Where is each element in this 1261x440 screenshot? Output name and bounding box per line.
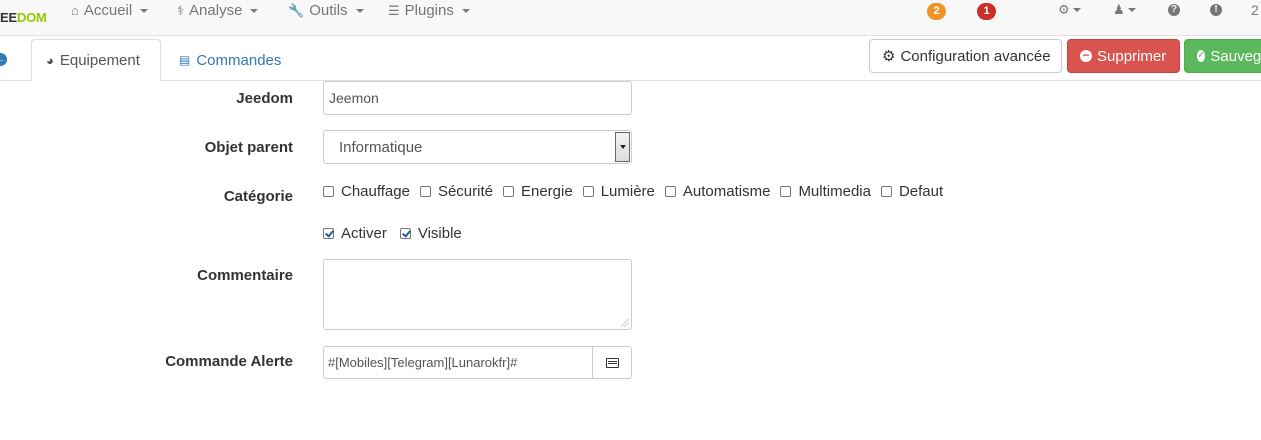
jeedom-input[interactable] xyxy=(323,81,632,115)
stethoscope-icon: ⚕ xyxy=(177,2,185,18)
parent-object-select[interactable]: Informatique xyxy=(323,130,632,164)
cogs-icon: ⚙ xyxy=(882,48,896,65)
clock-text: 2 xyxy=(1251,2,1259,18)
category-multimedia[interactable]: Multimedia xyxy=(780,183,871,200)
help-button[interactable]: ? xyxy=(1168,4,1180,16)
category-securite[interactable]: Sécurité xyxy=(419,183,493,200)
top-navbar: EEDOM ⌂ Accueil ⚕ Analyse 🔧 Outils ☰ Plu… xyxy=(0,0,1261,36)
notification-badge-warning[interactable]: 2 xyxy=(927,3,946,20)
dropdown-arrow-icon[interactable] xyxy=(615,132,630,162)
notification-badge-error[interactable]: 1 xyxy=(977,3,996,20)
brand-logo[interactable]: EEDOM xyxy=(0,10,47,25)
caret-down-icon xyxy=(140,8,149,13)
category-lumiere[interactable]: Lumière xyxy=(582,183,655,200)
category-defaut[interactable]: Defaut xyxy=(880,183,943,200)
question-circle-icon: ? xyxy=(1168,4,1180,16)
checkbox[interactable] xyxy=(323,186,334,197)
list-alt-icon xyxy=(605,357,619,368)
exclamation-circle-icon: ! xyxy=(1210,4,1222,16)
cogs-icon: ⚙ xyxy=(1058,2,1070,17)
tab-equipement[interactable]: ◕ Equipement xyxy=(31,39,161,81)
caret-down-icon xyxy=(355,8,364,13)
caret-down-icon xyxy=(1127,8,1136,12)
user-menu[interactable]: ♟ xyxy=(1113,2,1136,18)
category-automatisme[interactable]: Automatisme xyxy=(664,183,770,200)
caret-down-icon xyxy=(250,8,259,13)
back-arrow-icon[interactable]: ← xyxy=(0,53,7,66)
resize-grip-icon[interactable] xyxy=(621,319,629,327)
checkbox-checked[interactable] xyxy=(399,228,411,239)
nav-outils[interactable]: 🔧 Outils xyxy=(288,2,364,19)
advanced-config-button[interactable]: ⚙ Configuration avancée xyxy=(869,39,1062,73)
list-alt-icon: ▤ xyxy=(179,53,191,67)
minus-circle-icon: − xyxy=(1080,49,1092,62)
checkbox[interactable] xyxy=(780,186,792,197)
save-button[interactable]: ✓ Sauvegarder xyxy=(1184,39,1261,73)
home-icon: ⌂ xyxy=(71,3,79,18)
category-label: Catégorie xyxy=(223,188,293,205)
system-config-menu[interactable]: ⚙ xyxy=(1058,2,1081,18)
activate-checkbox[interactable]: Activer xyxy=(323,225,387,242)
activation-checkboxes: Activer Visible xyxy=(323,225,472,242)
select-command-button[interactable] xyxy=(592,346,632,379)
alert-command-input[interactable] xyxy=(323,346,593,379)
wrench-icon: 🔧 xyxy=(288,2,305,18)
nav-plugins[interactable]: ☰ Plugins xyxy=(388,2,470,19)
user-icon: ♟ xyxy=(1113,2,1125,17)
checkbox[interactable] xyxy=(502,186,514,197)
caret-down-icon xyxy=(1072,8,1081,12)
comment-textarea[interactable] xyxy=(323,259,632,330)
jeedom-label: Jeedom xyxy=(236,90,293,107)
tachometer-icon: ◕ xyxy=(46,52,54,68)
parent-object-label: Objet parent xyxy=(204,139,293,156)
category-energie[interactable]: Energie xyxy=(502,183,573,200)
category-chauffage[interactable]: Chauffage xyxy=(323,183,410,200)
nav-accueil[interactable]: ⌂ Accueil xyxy=(71,2,149,19)
checkbox[interactable] xyxy=(880,186,892,197)
delete-button[interactable]: − Supprimer xyxy=(1067,39,1180,73)
visible-checkbox[interactable]: Visible xyxy=(399,225,462,242)
alert-command-label: Commande Alerte xyxy=(165,353,293,370)
checkbox[interactable] xyxy=(582,186,594,197)
check-circle-icon: ✓ xyxy=(1197,50,1206,62)
tab-commandes[interactable]: ▤ Commandes xyxy=(165,39,295,81)
checkbox[interactable] xyxy=(664,186,676,197)
category-checkboxes: Chauffage Sécurité Energie Lumière Autom… xyxy=(323,183,953,200)
comment-label: Commentaire xyxy=(197,267,293,284)
caret-down-icon xyxy=(461,8,470,13)
alert-button[interactable]: ! xyxy=(1210,4,1222,16)
checkbox[interactable] xyxy=(419,186,431,197)
nav-analyse[interactable]: ⚕ Analyse xyxy=(177,2,259,19)
tasks-icon: ☰ xyxy=(388,2,400,18)
checkbox-checked[interactable] xyxy=(323,228,334,239)
